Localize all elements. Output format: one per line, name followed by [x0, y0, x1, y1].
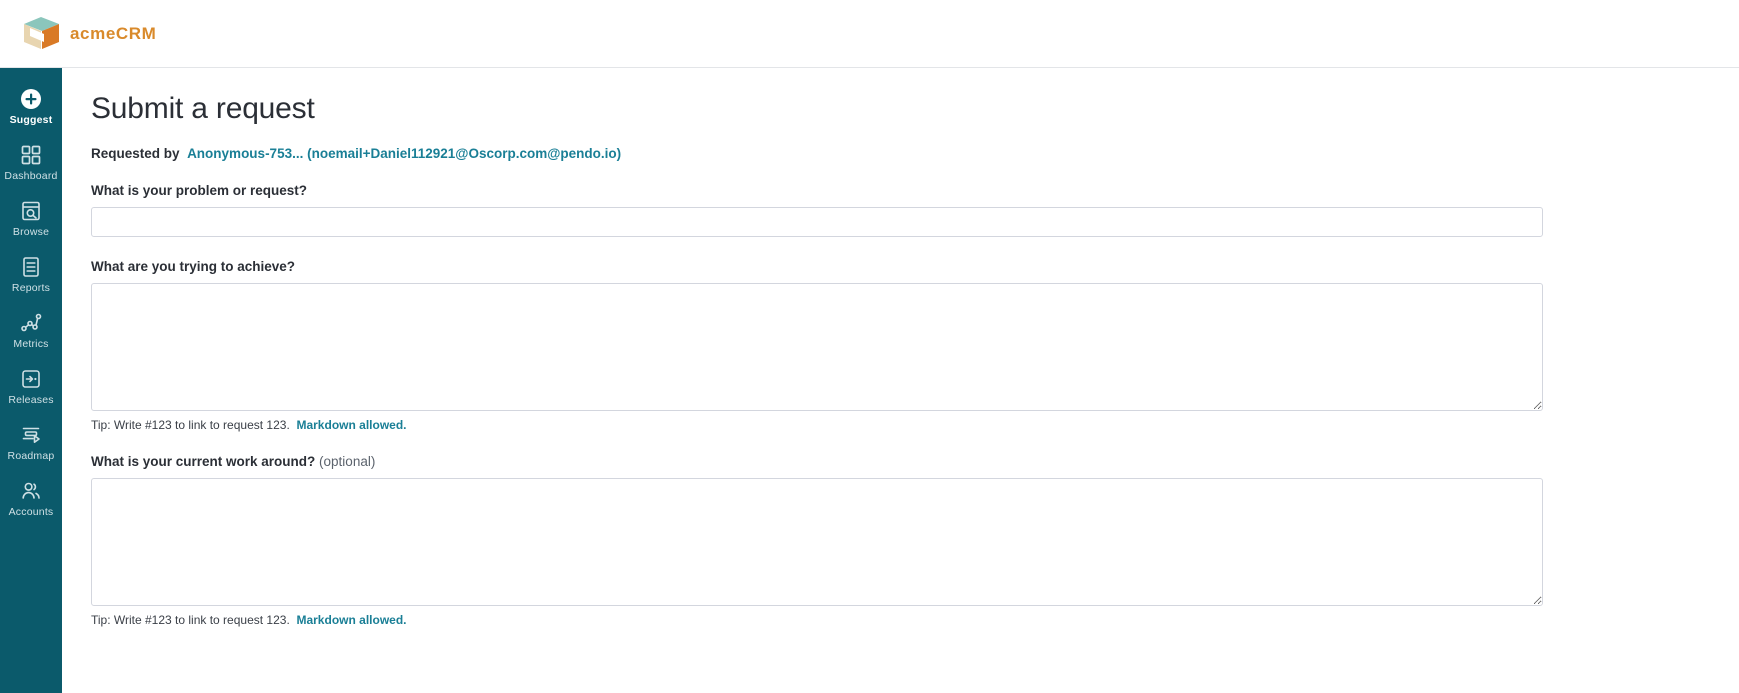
- people-icon: [19, 479, 43, 503]
- field-label-text: What is your current work around?: [91, 454, 316, 469]
- brand-name: acmeCRM: [70, 23, 157, 43]
- sidebar-item-reports[interactable]: Reports: [0, 246, 62, 302]
- field-label: What is your problem or request?: [91, 183, 308, 198]
- problem-or-request-input[interactable]: [91, 207, 1543, 237]
- markdown-allowed-link[interactable]: Markdown allowed.: [296, 613, 406, 627]
- sidebar-item-label: Metrics: [13, 338, 49, 350]
- field-trying-to-achieve: What are you trying to achieve? Tip: Wri…: [91, 259, 1739, 432]
- sidebar-item-label: Accounts: [8, 506, 54, 518]
- sidebar-item-metrics[interactable]: Metrics: [0, 302, 62, 358]
- line-chart-nodes-icon: [19, 311, 43, 335]
- sidebar-item-label: Releases: [8, 394, 54, 406]
- grid-squares-icon: [19, 143, 43, 167]
- plus-circle-icon: [19, 87, 43, 111]
- field-problem-or-request: What is your problem or request?: [91, 183, 1739, 237]
- sidebar-item-browse[interactable]: Browse: [0, 190, 62, 246]
- main-content: Submit a request Requested by Anonymous-…: [62, 68, 1739, 693]
- roadmap-lines-icon: [19, 423, 43, 447]
- sidebar-item-releases[interactable]: Releases: [0, 358, 62, 414]
- sidebar-item-label: Dashboard: [4, 170, 58, 182]
- field-label: What is your current work around? (optio…: [91, 454, 1739, 469]
- report-lines-icon: [19, 255, 43, 279]
- app-root: acmeCRM Suggest Dashboard Browse Reports…: [0, 0, 1739, 693]
- sidebar: Suggest Dashboard Browse Reports Metrics…: [0, 68, 62, 693]
- requested-by-line: Requested by Anonymous-753... (noemail+D…: [91, 146, 1739, 161]
- top-bar: acmeCRM: [0, 0, 1739, 68]
- brand-logo-link[interactable]: acmeCRM: [20, 15, 156, 53]
- requested-by-label: Requested by: [91, 146, 180, 161]
- arrow-into-box-icon: [19, 367, 43, 391]
- field-optional-tag: (optional): [319, 454, 376, 469]
- trying-to-achieve-textarea[interactable]: [91, 283, 1543, 411]
- hint-text: Tip: Write #123 to link to request 123.: [91, 613, 290, 627]
- sidebar-item-roadmap[interactable]: Roadmap: [0, 414, 62, 470]
- current-work-around-textarea[interactable]: [91, 478, 1543, 606]
- page-title: Submit a request: [91, 92, 315, 125]
- hint-text: Tip: Write #123 to link to request 123.: [91, 418, 290, 432]
- requester-link[interactable]: Anonymous-753... (noemail+Daniel112921@O…: [187, 146, 621, 161]
- sidebar-item-label: Roadmap: [7, 450, 55, 462]
- sidebar-item-label: Suggest: [9, 114, 53, 126]
- sidebar-item-accounts[interactable]: Accounts: [0, 470, 62, 526]
- markdown-hint: Tip: Write #123 to link to request 123. …: [91, 613, 1739, 627]
- cube-logo-icon: [20, 15, 64, 53]
- markdown-hint: Tip: Write #123 to link to request 123. …: [91, 418, 1739, 432]
- sidebar-item-label: Browse: [12, 226, 50, 238]
- field-current-work-around: What is your current work around? (optio…: [91, 454, 1739, 627]
- field-label: What are you trying to achieve?: [91, 259, 296, 274]
- document-search-icon: [19, 199, 43, 223]
- markdown-allowed-link[interactable]: Markdown allowed.: [296, 418, 406, 432]
- sidebar-item-dashboard[interactable]: Dashboard: [0, 134, 62, 190]
- sidebar-item-suggest[interactable]: Suggest: [0, 78, 62, 134]
- sidebar-item-label: Reports: [11, 282, 51, 294]
